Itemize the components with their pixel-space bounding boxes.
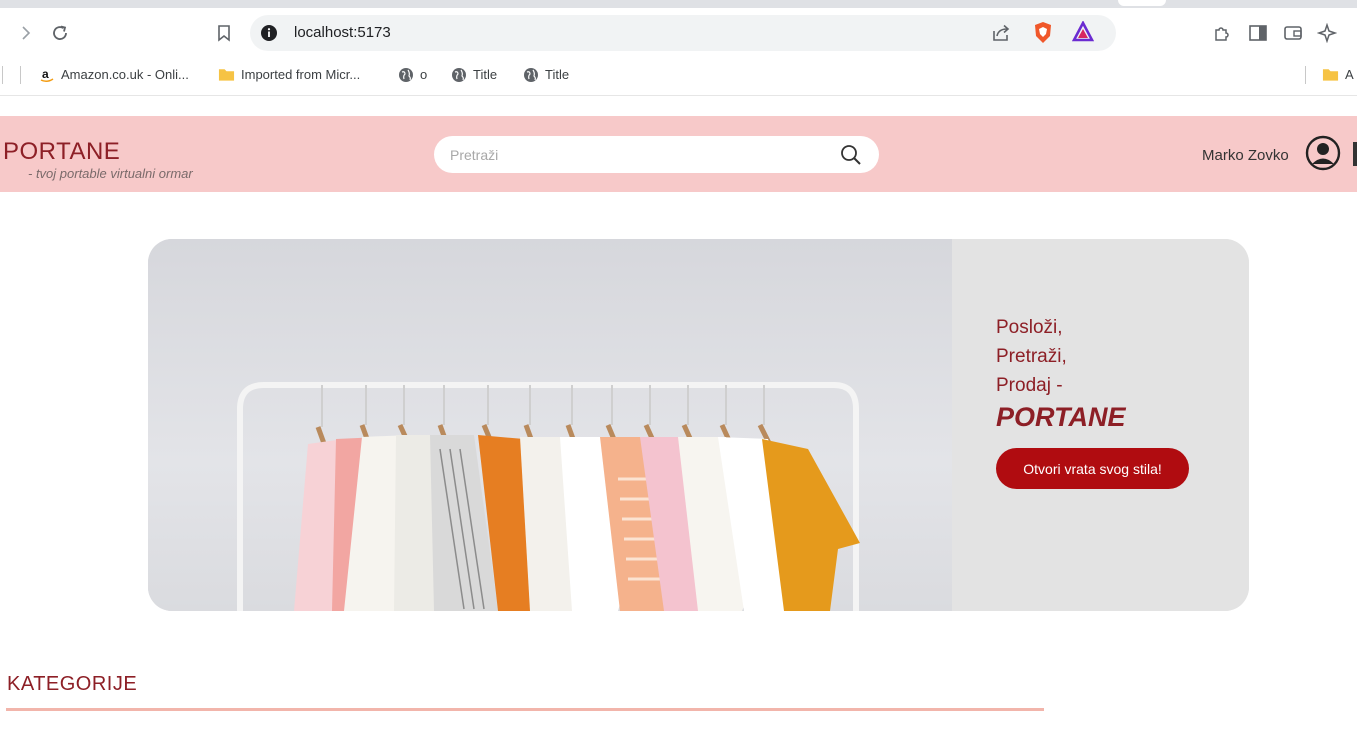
svg-text:a: a bbox=[42, 67, 49, 81]
slogan-line: Prodaj - bbox=[996, 375, 1063, 396]
bookmark-amazon[interactable]: a Amazon.co.uk - Onli... bbox=[38, 66, 189, 83]
sidebar-icon[interactable] bbox=[1244, 19, 1272, 47]
bookmark-other-folder[interactable]: A bbox=[1322, 66, 1354, 83]
slogan-line: Posloži, bbox=[996, 317, 1063, 338]
amazon-icon: a bbox=[38, 66, 55, 83]
bookmarks-grip bbox=[2, 66, 3, 84]
bookmark-title-1[interactable]: Title bbox=[450, 66, 497, 83]
site-header: PORTANE - tvoj portable virtualni ormar … bbox=[0, 116, 1357, 192]
site-logo[interactable]: PORTANE bbox=[3, 138, 120, 166]
categories-title: KATEGORIJE bbox=[7, 673, 138, 695]
bookmarks-divider bbox=[20, 66, 21, 84]
hero-slogan: Posloži, Pretraži, Prodaj - bbox=[996, 313, 1067, 400]
extensions-icon[interactable] bbox=[1208, 19, 1236, 47]
bookmark-title-2[interactable]: Title bbox=[522, 66, 569, 83]
browser-tab-strip bbox=[0, 0, 1357, 8]
user-avatar-icon[interactable] bbox=[1305, 135, 1341, 171]
bookmark-imported-folder[interactable]: Imported from Micr... bbox=[218, 66, 360, 83]
address-bar[interactable]: localhost:5173 bbox=[250, 15, 1116, 51]
site-tagline: - tvoj portable virtualni ormar bbox=[28, 166, 193, 181]
bookmarks-divider bbox=[1305, 66, 1306, 84]
bookmark-label: o bbox=[420, 67, 428, 82]
bookmark-label: A bbox=[1345, 67, 1354, 82]
folder-icon bbox=[218, 66, 235, 83]
browser-toolbar: localhost:5173 bbox=[0, 8, 1357, 58]
hero-side-panel: Posloži, Pretraži, Prodaj - PORTANE Otvo… bbox=[952, 239, 1249, 611]
bookmark-o[interactable]: o bbox=[397, 66, 427, 83]
share-icon[interactable] bbox=[990, 22, 1012, 49]
bookmark-label: Title bbox=[473, 67, 498, 82]
bookmark-label: Amazon.co.uk - Onli... bbox=[61, 67, 189, 82]
search-input[interactable] bbox=[450, 142, 830, 167]
globe-icon bbox=[450, 66, 467, 83]
forward-icon[interactable] bbox=[12, 19, 40, 47]
brave-rewards-icon[interactable] bbox=[1071, 20, 1095, 48]
brave-shield-icon[interactable] bbox=[1032, 21, 1054, 50]
bookmark-star-icon[interactable] bbox=[210, 19, 238, 47]
search-icon[interactable] bbox=[840, 144, 862, 171]
search-bar bbox=[434, 136, 879, 173]
hero-brand: PORTANE bbox=[996, 402, 1126, 432]
categories-divider bbox=[6, 708, 1044, 711]
globe-icon bbox=[522, 66, 539, 83]
site-info-icon[interactable] bbox=[260, 24, 278, 42]
leo-ai-icon[interactable] bbox=[1313, 19, 1341, 47]
bookmark-label: Title bbox=[545, 67, 570, 82]
globe-icon bbox=[397, 66, 414, 83]
browser-tab-edge[interactable] bbox=[1118, 0, 1166, 6]
bookmark-label: Imported from Micr... bbox=[241, 67, 361, 82]
bookmarks-bar: a Amazon.co.uk - Onli... Imported from M… bbox=[0, 58, 1357, 96]
folder-icon bbox=[1322, 66, 1339, 83]
user-name[interactable]: Marko Zovko bbox=[1202, 147, 1289, 164]
wallet-icon[interactable] bbox=[1279, 19, 1307, 47]
hero-banner: Posloži, Pretraži, Prodaj - PORTANE Otvo… bbox=[148, 239, 1249, 611]
hero-clothes-rack-image bbox=[148, 239, 952, 611]
open-style-button[interactable]: Otvori vrata svog stila! bbox=[996, 448, 1189, 489]
address-url[interactable]: localhost:5173 bbox=[294, 24, 391, 41]
slogan-line: Pretraži, bbox=[996, 346, 1067, 367]
reload-icon[interactable] bbox=[46, 19, 74, 47]
header-edge bbox=[1353, 142, 1357, 166]
